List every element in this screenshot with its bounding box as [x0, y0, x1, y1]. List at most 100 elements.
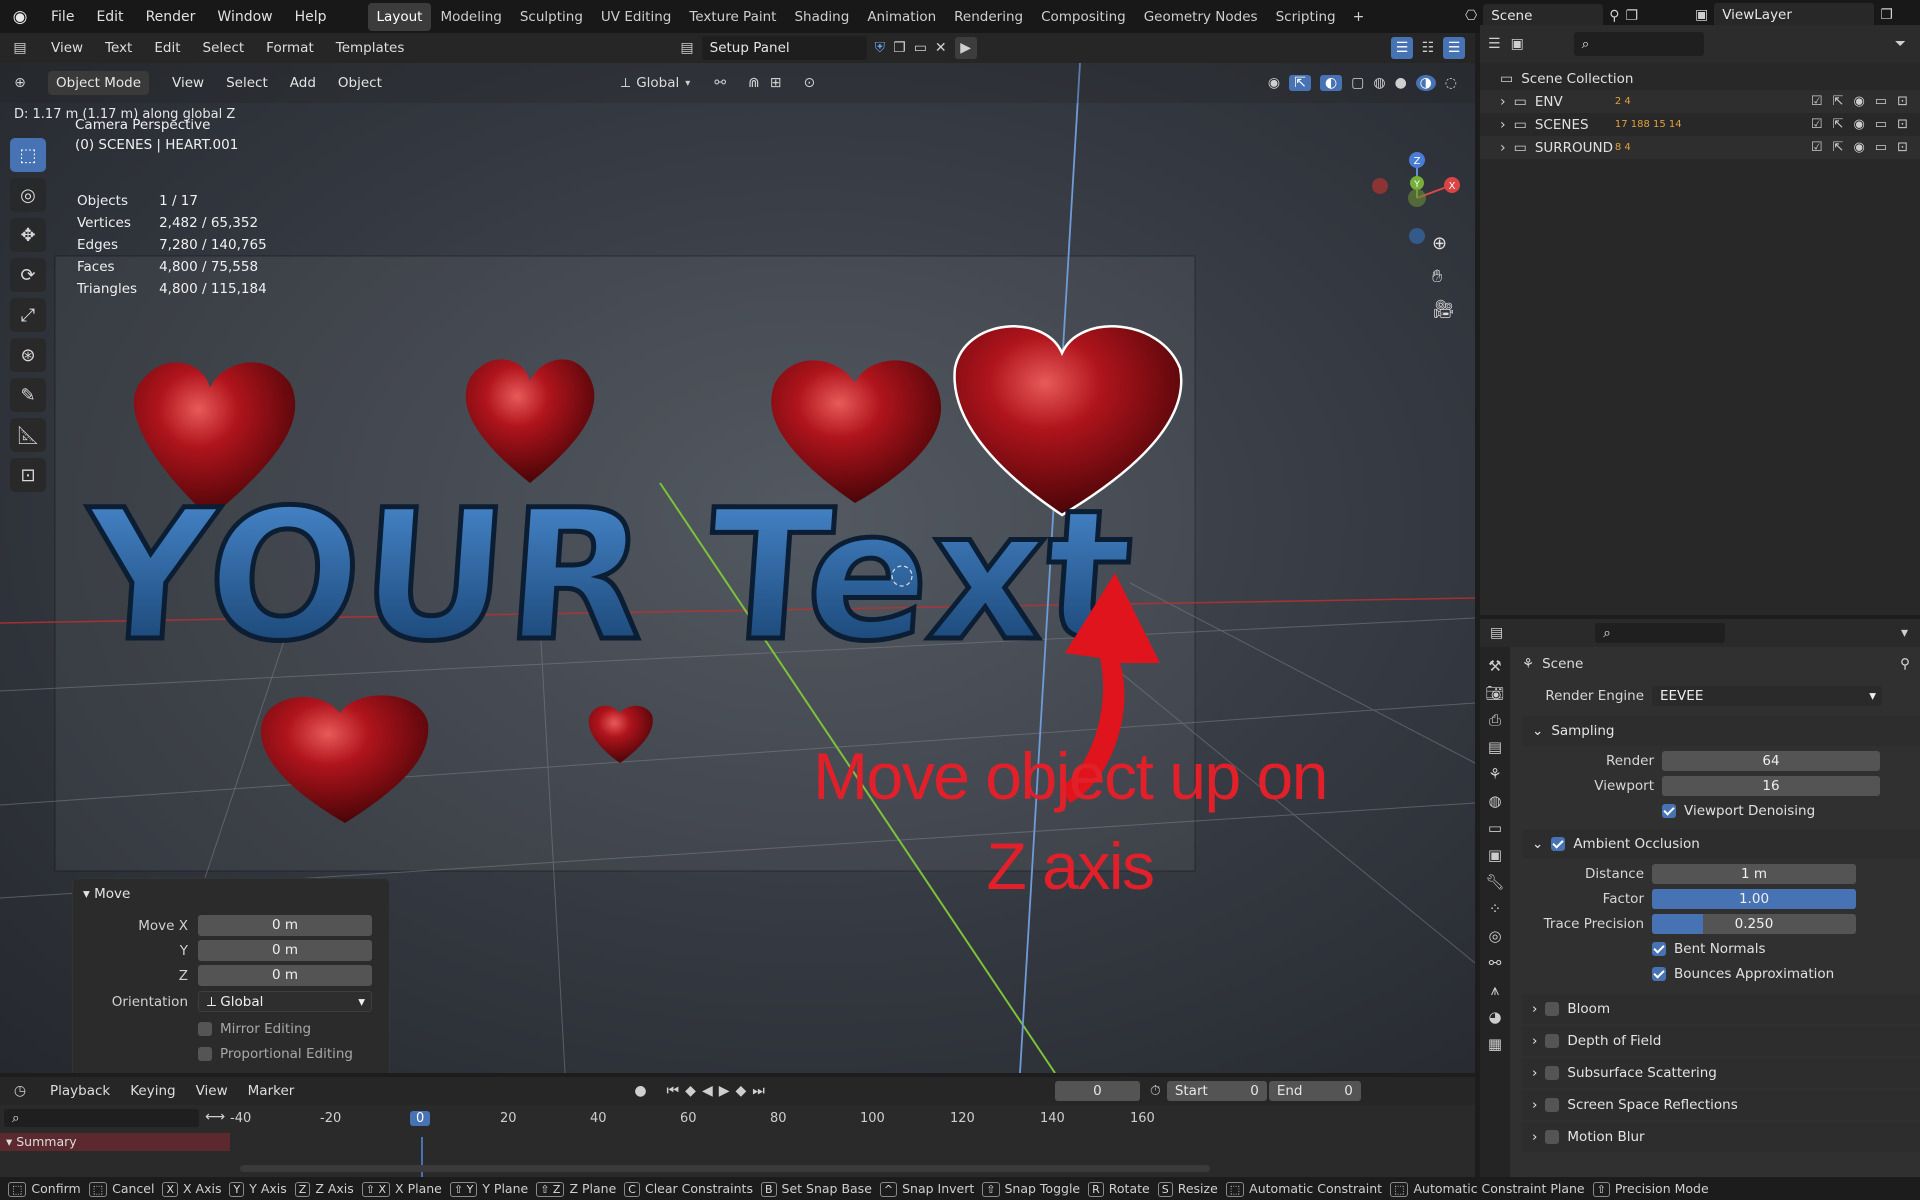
timeline-scrollbar[interactable]	[240, 1165, 1210, 1172]
data-tab-icon[interactable]: ⩚	[1491, 981, 1499, 999]
bounces-checkbox[interactable]: Bounces Approximation	[1652, 966, 1834, 982]
section-checkbox[interactable]	[1545, 1098, 1560, 1112]
chevron-right-icon[interactable]: ›	[1500, 94, 1506, 110]
section-bloom[interactable]: › Bloom	[1522, 994, 1920, 1024]
stopwatch-icon[interactable]: ⏱	[1150, 1083, 1161, 1099]
proportional-icon[interactable]: ⊙	[804, 75, 816, 91]
text-menu-templates[interactable]: Templates	[325, 40, 416, 56]
text-menu-edit[interactable]: Edit	[143, 40, 191, 56]
material-preview-icon[interactable]: ◑	[1415, 75, 1436, 91]
section-checkbox[interactable]	[1545, 1066, 1560, 1080]
tab-shading[interactable]: Shading	[785, 3, 858, 31]
tab-scripting[interactable]: Scripting	[1267, 3, 1345, 31]
section-checkbox[interactable]	[1545, 1130, 1560, 1144]
move-tool-icon[interactable]: ✥	[10, 218, 46, 252]
mirror-editing-checkbox[interactable]: Mirror Editing	[198, 1021, 311, 1037]
move-y-field[interactable]: 0 m	[198, 940, 372, 961]
jump-end-icon[interactable]: ⏭	[752, 1083, 765, 1099]
move-panel-header[interactable]: ▾ Move	[73, 879, 389, 909]
texture-tab-icon[interactable]: ▦	[1488, 1035, 1502, 1053]
tab-sculpting[interactable]: Sculpting	[511, 3, 592, 31]
collection-tab-icon[interactable]: ▭	[1488, 819, 1502, 837]
tab-geometry-nodes[interactable]: Geometry Nodes	[1135, 3, 1267, 31]
jump-start-icon[interactable]: ⏮	[667, 1083, 680, 1099]
render-camera-icon[interactable]: ⊡	[1897, 140, 1908, 155]
measure-tool-icon[interactable]: 📐︎	[10, 418, 46, 452]
play-icon[interactable]: ▶	[719, 1083, 730, 1099]
render-camera-icon[interactable]: ⊡	[1897, 117, 1908, 132]
chevron-right-icon[interactable]: ›	[1500, 140, 1506, 156]
render-tab-icon[interactable]: 📷︎	[1485, 684, 1504, 702]
pivot-icon[interactable]: ⚯	[714, 75, 726, 91]
timeline-menu-playback[interactable]: Playback	[40, 1083, 120, 1099]
menu-file[interactable]: File	[40, 9, 85, 25]
menu-edit[interactable]: Edit	[85, 9, 134, 25]
next-key-icon[interactable]: ◆	[736, 1083, 747, 1099]
timeline-menu-marker[interactable]: Marker	[238, 1083, 305, 1099]
scale-tool-icon[interactable]: ⤢	[10, 298, 46, 332]
viewport-menu-object[interactable]: Object	[327, 75, 393, 91]
move-z-field[interactable]: 0 m	[198, 965, 372, 986]
display-mode-icon[interactable]: ▣	[1511, 36, 1524, 52]
gizmo-toggle-icon[interactable]: ⇱	[1289, 75, 1312, 91]
bent-normals-checkbox[interactable]: Bent Normals	[1652, 941, 1766, 957]
wireframe-icon[interactable]: ◍	[1373, 75, 1385, 91]
mode-selector[interactable]: Object Mode	[48, 71, 150, 95]
gizmo-neg-x-icon[interactable]	[1372, 178, 1388, 194]
duplicate-icon[interactable]: ❐	[893, 40, 906, 56]
new-scene-icon[interactable]: ❐	[1626, 8, 1639, 24]
playhead[interactable]	[421, 1137, 423, 1182]
selectable-icon[interactable]: ⇱	[1833, 94, 1844, 109]
chevron-down-icon[interactable]: ▾	[1901, 625, 1920, 641]
section-checkbox[interactable]	[1545, 1002, 1560, 1016]
exclude-checkbox-icon[interactable]: ☑	[1811, 117, 1823, 132]
section-screen-space-reflections[interactable]: › Screen Space Reflections	[1522, 1090, 1920, 1120]
viewport-menu-view[interactable]: View	[161, 75, 215, 91]
eye-icon[interactable]: ◉	[1853, 94, 1864, 109]
section-subsurface-scattering[interactable]: › Subsurface Scattering	[1522, 1058, 1920, 1088]
prev-key-icon[interactable]: ◆	[685, 1083, 696, 1099]
timeline-menu-view[interactable]: View	[186, 1083, 238, 1099]
navigation-gizmo[interactable]: Z X Y	[1360, 138, 1460, 248]
world-tab-icon[interactable]: ◍	[1488, 792, 1501, 810]
section-motion-blur[interactable]: › Motion Blur	[1522, 1122, 1920, 1152]
timeline-menu-keying[interactable]: Keying	[120, 1083, 185, 1099]
add-workspace-icon[interactable]: +	[1353, 9, 1365, 25]
play-reverse-icon[interactable]: ◀	[702, 1083, 713, 1099]
factor-slider[interactable]: 1.00	[1652, 888, 1856, 909]
current-frame-field[interactable]: 0	[1054, 1081, 1140, 1101]
tool-tab-icon[interactable]: ⚒	[1488, 657, 1501, 675]
scene-icon[interactable]: ⎔	[1465, 8, 1477, 24]
pin-icon[interactable]: ⚲	[1609, 8, 1619, 24]
text-file-field[interactable]: Setup Panel	[701, 36, 867, 60]
timeline-editor-icon[interactable]: ◷	[0, 1083, 40, 1099]
word-wrap-icon[interactable]: ☷	[1417, 37, 1439, 59]
rendered-icon[interactable]: ◌	[1445, 75, 1457, 91]
outliner-search-input[interactable]: ⌕	[1573, 32, 1704, 56]
selectable-icon[interactable]: ⇱	[1833, 117, 1844, 132]
3d-viewport[interactable]: YOUR Text ⊕ Object Mode View Select Add Obj…	[0, 63, 1475, 1073]
viewlayer-icon[interactable]: ▣	[1695, 7, 1708, 23]
tab-texture-paint[interactable]: Texture Paint	[680, 3, 785, 31]
tab-animation[interactable]: Animation	[858, 3, 945, 31]
blender-logo-icon[interactable]: ◉	[0, 7, 40, 27]
material-tab-icon[interactable]: ◕	[1488, 1008, 1501, 1026]
filter-icon[interactable]: ⏷	[1895, 36, 1920, 52]
shield-icon[interactable]: ⛨	[875, 40, 886, 56]
cursor-tool-icon[interactable]: ◎	[10, 178, 46, 212]
record-icon[interactable]: ●	[634, 1083, 646, 1099]
visibility-icon[interactable]: ◉	[1268, 75, 1280, 91]
eye-icon[interactable]: ◉	[1853, 140, 1864, 155]
selectable-icon[interactable]: ⇱	[1833, 140, 1844, 155]
start-frame-field[interactable]: Start 0	[1166, 1081, 1267, 1101]
trace-precision-slider[interactable]: 0.250	[1652, 913, 1856, 934]
properties-search-input[interactable]: ⌕	[1595, 623, 1726, 643]
render-engine-dropdown[interactable]: EEVEE ▾	[1652, 685, 1882, 706]
close-icon[interactable]: ✕	[935, 40, 947, 56]
snap-icon[interactable]: ⋒	[748, 75, 760, 91]
editor-type-icon[interactable]: ▤	[0, 40, 40, 56]
text-menu-format[interactable]: Format	[255, 40, 325, 56]
viewport-menu-add[interactable]: Add	[279, 75, 327, 91]
add-cube-tool-icon[interactable]: ⊡	[10, 458, 46, 492]
timeline-body[interactable]: ⌕ ⟷ -40 -20 0 20 40 60 80 100 120 140 160 ▾ Summar…	[0, 1105, 1475, 1182]
